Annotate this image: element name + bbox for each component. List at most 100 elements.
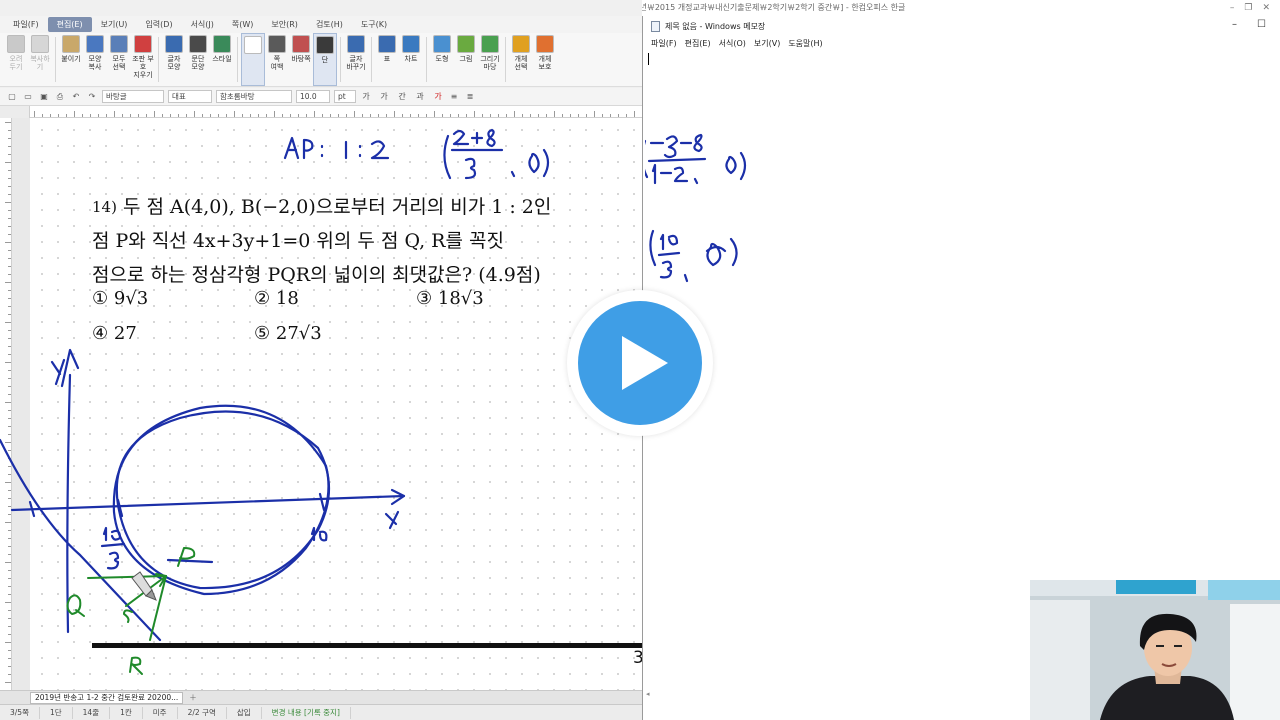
ribbon-button-9[interactable] bbox=[241, 33, 265, 86]
problem-number: 14) bbox=[92, 198, 117, 216]
ruler-tick bbox=[290, 114, 291, 117]
print-icon[interactable]: ⎙ bbox=[54, 91, 66, 103]
problem-line-1: 14) 두 점 A(4,0), B(−2,0)으로부터 거리의 비가 1 : 2… bbox=[92, 196, 552, 218]
menu-item-0[interactable]: 파일(F) bbox=[4, 17, 48, 32]
ruler-tick bbox=[514, 111, 515, 117]
menu-item-2[interactable]: 보기(U) bbox=[92, 17, 137, 32]
ribbon-button-1[interactable]: 복사하기 bbox=[28, 33, 52, 86]
ribbon-button-12[interactable]: 단 bbox=[313, 33, 337, 86]
menu-item-5[interactable]: 쪽(W) bbox=[223, 17, 263, 32]
ribbon-button-14[interactable]: 표 bbox=[375, 33, 399, 86]
ruler-tick bbox=[578, 114, 579, 117]
style-select[interactable]: 바탕글 bbox=[102, 90, 164, 103]
align-center-icon[interactable]: ≣ bbox=[464, 91, 476, 103]
ribbon-button-16[interactable]: 도형 bbox=[430, 33, 454, 86]
ribbon-button-6[interactable]: 글자 모양 bbox=[162, 33, 186, 86]
ruler-tick bbox=[594, 111, 595, 117]
vruler-tick bbox=[8, 458, 11, 459]
play-button[interactable] bbox=[567, 290, 713, 436]
vruler-tick bbox=[8, 514, 11, 515]
ribbon-button-3[interactable]: 모양 복사 bbox=[83, 33, 107, 86]
ribbon-icon-13 bbox=[347, 35, 365, 53]
minimize-icon[interactable]: – bbox=[1230, 0, 1235, 16]
status-item-7: 변경 내용 [기록 중지] bbox=[262, 706, 351, 719]
text-format-button-4[interactable]: 가 bbox=[432, 91, 444, 103]
menu-item-8[interactable]: 도구(K) bbox=[352, 17, 396, 32]
vruler-tick bbox=[5, 602, 11, 603]
ribbon-button-15[interactable]: 차트 bbox=[399, 33, 423, 86]
vertical-ruler[interactable] bbox=[0, 118, 12, 690]
redo-icon[interactable]: ↷ bbox=[86, 91, 98, 103]
ruler-tick bbox=[98, 114, 99, 117]
text-format-button-1[interactable]: 가 bbox=[378, 91, 390, 103]
ruler-tick bbox=[330, 114, 331, 117]
ribbon-button-18[interactable]: 그리기마당 bbox=[478, 33, 502, 86]
ruler-tick bbox=[386, 114, 387, 117]
save-icon[interactable]: ▣ bbox=[38, 91, 50, 103]
menu-item-4[interactable]: 서식(J) bbox=[182, 17, 223, 32]
notepad-menu-item-0[interactable]: 파일(F) bbox=[647, 38, 681, 49]
document-page[interactable]: 14) 두 점 A(4,0), B(−2,0)으로부터 거리의 비가 1 : 2… bbox=[30, 118, 642, 690]
menu-item-6[interactable]: 보안(R) bbox=[262, 17, 307, 32]
text-format-button-0[interactable]: 가 bbox=[360, 91, 372, 103]
restore-icon[interactable]: ❐ bbox=[1244, 0, 1252, 16]
vruler-tick bbox=[8, 506, 11, 507]
ruler-tick bbox=[506, 114, 507, 117]
font-size-field[interactable]: 10.0 bbox=[296, 90, 330, 103]
ribbon-button-19[interactable]: 개체 선택 bbox=[509, 33, 533, 86]
text-format-button-2[interactable]: 간 bbox=[396, 91, 408, 103]
open-folder-icon[interactable]: ▭ bbox=[22, 91, 34, 103]
ribbon-icon-20 bbox=[536, 35, 554, 53]
horizontal-ruler[interactable] bbox=[30, 106, 642, 118]
menu-item-3[interactable]: 입력(D) bbox=[136, 17, 181, 32]
ribbon-button-2[interactable]: 붙이기 bbox=[59, 33, 83, 86]
ribbon-icon-7 bbox=[189, 35, 207, 53]
notepad-menu-item-2[interactable]: 서식(O) bbox=[715, 38, 750, 49]
vruler-tick bbox=[5, 282, 11, 283]
add-tab-button[interactable]: ＋ bbox=[189, 692, 197, 703]
undo-icon[interactable]: ↶ bbox=[70, 91, 82, 103]
ruler-tick bbox=[634, 111, 635, 117]
ribbon-label-0: 오려 두기 bbox=[9, 55, 23, 71]
ribbon-icon-12 bbox=[316, 36, 334, 54]
notepad-icon bbox=[651, 20, 660, 32]
vruler-tick bbox=[8, 498, 11, 499]
text-format-button-3[interactable]: 과 bbox=[414, 91, 426, 103]
notepad-maximize-icon[interactable]: ☐ bbox=[1257, 19, 1266, 30]
problem-text: 14) 두 점 A(4,0), B(−2,0)으로부터 거리의 비가 1 : 2… bbox=[92, 190, 612, 292]
ribbon-label-8: 스타일 bbox=[212, 55, 232, 63]
vruler-tick bbox=[8, 530, 11, 531]
align-left-icon[interactable]: ≡ bbox=[448, 91, 460, 103]
menu-item-7[interactable]: 검토(H) bbox=[307, 17, 352, 32]
ribbon-button-11[interactable]: 바탕쪽 bbox=[289, 33, 313, 86]
notepad-menu-item-4[interactable]: 도움말(H) bbox=[784, 38, 826, 49]
notepad-menu-item-3[interactable]: 보기(V) bbox=[750, 38, 784, 49]
ribbon-button-20[interactable]: 개체 보호 bbox=[533, 33, 557, 86]
vruler-tick bbox=[8, 146, 11, 147]
ribbon-button-10[interactable]: 쪽 여백 bbox=[265, 33, 289, 86]
close-icon[interactable]: ✕ bbox=[1262, 0, 1270, 16]
notepad-menu-item-1[interactable]: 편집(E) bbox=[681, 38, 715, 49]
ribbon-button-13[interactable]: 글자 바꾸기 bbox=[344, 33, 368, 86]
language-select[interactable]: 대표 bbox=[168, 90, 212, 103]
vruler-tick bbox=[8, 618, 11, 619]
ribbon-label-6: 글자 모양 bbox=[167, 55, 181, 71]
vruler-tick bbox=[5, 362, 11, 363]
font-size-unit[interactable]: pt bbox=[334, 90, 356, 103]
ruler-tick bbox=[362, 114, 363, 117]
ribbon-icon-8 bbox=[213, 35, 231, 53]
menu-item-1[interactable]: 편집(E) bbox=[47, 17, 92, 32]
ribbon-button-17[interactable]: 그림 bbox=[454, 33, 478, 86]
new-doc-icon[interactable]: ▢ bbox=[6, 91, 18, 103]
vruler-tick bbox=[8, 434, 11, 435]
ribbon-button-5[interactable]: 조판 부호 지우기 bbox=[131, 33, 155, 86]
document-tab[interactable]: 2019년 반송고 1-2 중간 검토완료 20200... bbox=[30, 691, 184, 704]
ribbon-button-8[interactable]: 스타일 bbox=[210, 33, 234, 86]
font-select[interactable]: 함초롬바탕 bbox=[216, 90, 292, 103]
ruler-tick bbox=[234, 111, 235, 117]
ribbon-button-7[interactable]: 문단 모양 bbox=[186, 33, 210, 86]
ribbon-button-4[interactable]: 모두 선택 bbox=[107, 33, 131, 86]
notepad-minimize-icon[interactable]: – bbox=[1232, 19, 1237, 30]
vruler-tick bbox=[8, 170, 11, 171]
ribbon-button-0[interactable]: 오려 두기 bbox=[4, 33, 28, 86]
